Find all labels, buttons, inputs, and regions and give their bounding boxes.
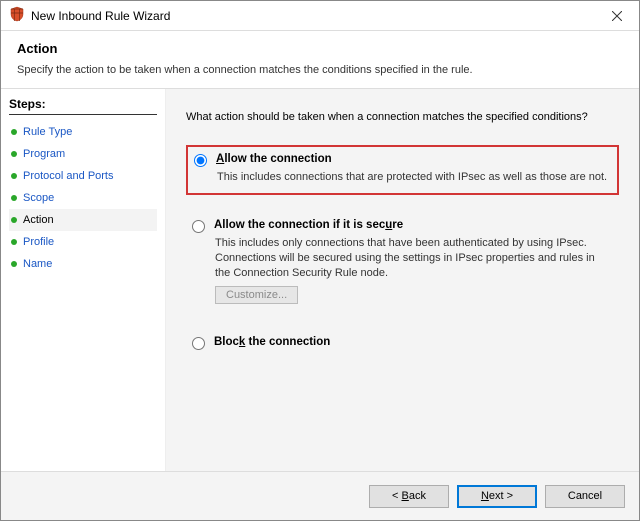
steps-sidebar: Steps: Rule Type Program Protocol and Po… — [1, 89, 166, 471]
step-label: Action — [23, 214, 54, 226]
step-protocol-ports[interactable]: Protocol and Ports — [9, 165, 157, 187]
radio-block[interactable] — [192, 337, 205, 350]
step-profile[interactable]: Profile — [9, 231, 157, 253]
bullet-icon — [11, 129, 17, 135]
bullet-icon — [11, 173, 17, 179]
bullet-icon — [11, 195, 17, 201]
cancel-button[interactable]: Cancel — [545, 485, 625, 508]
window-title: New Inbound Rule Wizard — [31, 9, 170, 23]
bullet-icon — [11, 217, 17, 223]
wizard-header: Action Specify the action to be taken wh… — [1, 31, 639, 89]
page-subtitle: Specify the action to be taken when a co… — [17, 64, 623, 76]
next-button[interactable]: Next > — [457, 485, 537, 508]
main-panel: What action should be taken when a conne… — [166, 89, 639, 471]
steps-heading: Steps: — [9, 97, 157, 115]
option-allow-secure-desc: This includes only connections that have… — [215, 236, 611, 281]
step-action[interactable]: Action — [9, 209, 157, 231]
bullet-icon — [11, 151, 17, 157]
option-block-connection: Block the connection — [186, 330, 619, 358]
page-title: Action — [17, 41, 623, 56]
step-rule-type[interactable]: Rule Type — [9, 121, 157, 143]
back-button[interactable]: < Back — [369, 485, 449, 508]
step-program[interactable]: Program — [9, 143, 157, 165]
titlebar-left: New Inbound Rule Wizard — [9, 6, 170, 25]
wizard-footer: < Back Next > Cancel — [1, 472, 639, 520]
question-text: What action should be taken when a conne… — [186, 111, 619, 123]
option-allow-row[interactable]: Allow the connection — [194, 153, 609, 167]
option-allow-secure-title: Allow the connection if it is secure — [214, 219, 403, 231]
option-allow-title: Allow the connection — [216, 153, 332, 165]
bullet-icon — [11, 261, 17, 267]
radio-allow-secure[interactable] — [192, 220, 205, 233]
option-allow-secure-row[interactable]: Allow the connection if it is secure — [192, 219, 611, 233]
firewall-shield-icon — [9, 6, 25, 25]
titlebar: New Inbound Rule Wizard — [1, 1, 639, 31]
close-icon — [612, 11, 622, 21]
step-label: Program — [23, 148, 65, 160]
step-label: Rule Type — [23, 126, 72, 138]
option-allow-connection: Allow the connection This includes conne… — [186, 145, 619, 195]
customize-button: Customize... — [215, 286, 298, 304]
radio-allow[interactable] — [194, 154, 207, 167]
step-label: Scope — [23, 192, 54, 204]
bullet-icon — [11, 239, 17, 245]
option-allow-desc: This includes connections that are prote… — [217, 170, 609, 185]
step-label: Protocol and Ports — [23, 170, 114, 182]
step-label: Name — [23, 258, 52, 270]
content-area: Steps: Rule Type Program Protocol and Po… — [1, 89, 639, 472]
option-block-title: Block the connection — [214, 336, 330, 348]
step-scope[interactable]: Scope — [9, 187, 157, 209]
option-allow-secure: Allow the connection if it is secure Thi… — [186, 213, 619, 313]
step-label: Profile — [23, 236, 54, 248]
step-name[interactable]: Name — [9, 253, 157, 275]
option-block-row[interactable]: Block the connection — [192, 336, 611, 350]
close-button[interactable] — [595, 1, 639, 30]
